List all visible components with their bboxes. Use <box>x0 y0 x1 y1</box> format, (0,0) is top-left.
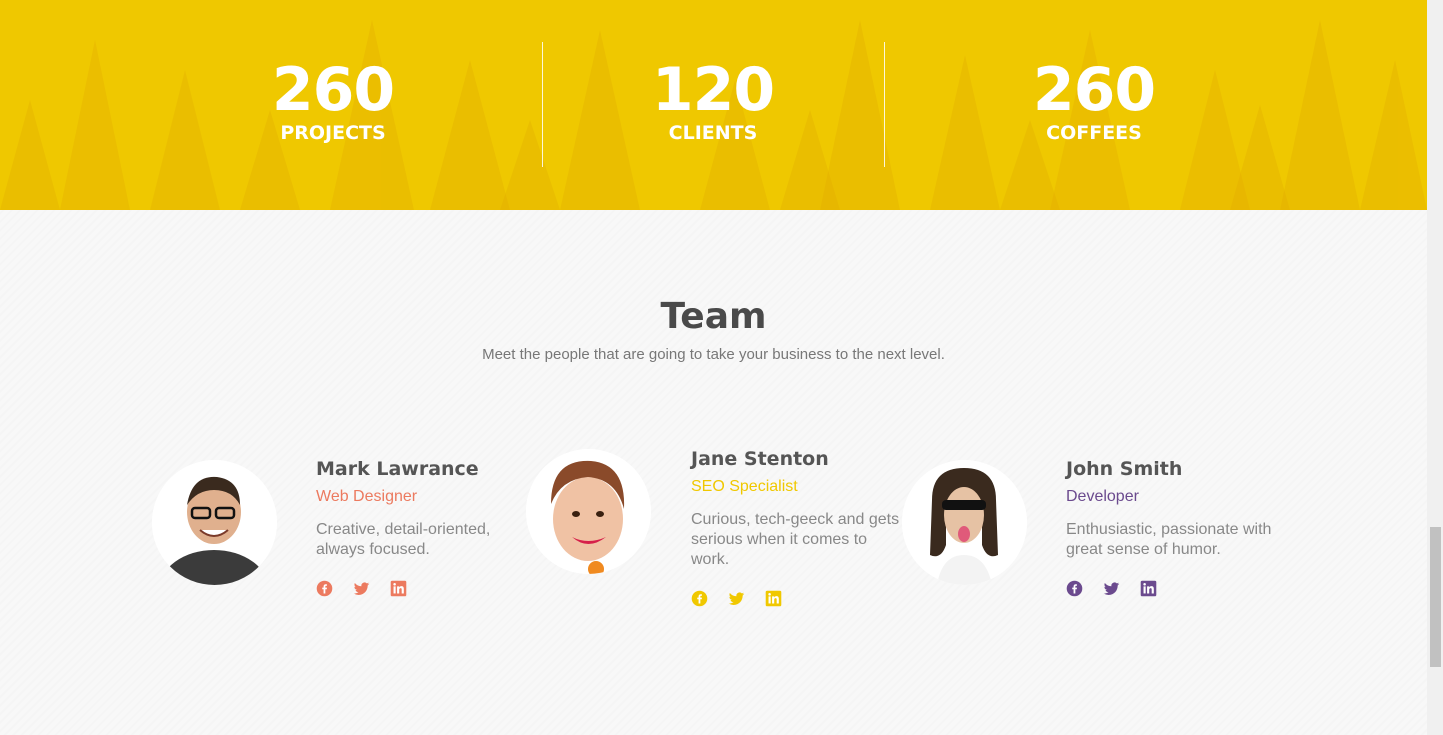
main-content: 260 PROJECTS 120 CLIENTS 260 COFFEES Tea… <box>0 0 1427 735</box>
scrollbar-thumb[interactable] <box>1430 527 1441 667</box>
facebook-icon[interactable] <box>691 590 708 607</box>
page: 260 PROJECTS 120 CLIENTS 260 COFFEES Tea… <box>0 0 1443 735</box>
stats-band: 260 PROJECTS 120 CLIENTS 260 COFFEES <box>0 0 1427 210</box>
stat-number: 260 <box>271 55 395 125</box>
member-name: John Smith <box>1066 458 1183 480</box>
stat-clients: 120 CLIENTS <box>563 55 863 143</box>
member-role: SEO Specialist <box>691 478 798 495</box>
page-scrollbar[interactable] <box>1427 0 1443 735</box>
linkedin-icon[interactable] <box>765 590 782 607</box>
social-links <box>691 590 906 607</box>
member-name: Mark Lawrance <box>316 458 479 480</box>
stat-coffees: 260 COFFEES <box>944 55 1244 143</box>
member-info: Jane Stenton SEO Specialist Curious, tec… <box>691 447 906 607</box>
member-description: Creative, detail-oriented, always focuse… <box>316 521 491 558</box>
stat-divider <box>884 42 885 167</box>
member-role: Web Designer <box>316 488 418 505</box>
twitter-icon[interactable] <box>353 580 370 597</box>
stat-label: CLIENTS <box>668 122 758 144</box>
avatar <box>902 460 1027 585</box>
member-role: Developer <box>1066 488 1139 505</box>
member-description: Curious, tech-geeck and gets serious whe… <box>691 511 900 568</box>
social-links <box>1066 580 1281 597</box>
twitter-icon[interactable] <box>1103 580 1120 597</box>
member-info: Mark Lawrance Web Designer Creative, det… <box>316 457 516 597</box>
member-name: Jane Stenton <box>691 448 829 470</box>
team-subtitle: Meet the people that are going to take y… <box>482 346 945 363</box>
avatar <box>526 449 651 574</box>
stat-label: PROJECTS <box>280 122 386 144</box>
stat-divider <box>542 42 543 167</box>
avatar <box>152 460 277 585</box>
stat-label: COFFEES <box>1046 122 1142 144</box>
facebook-icon[interactable] <box>316 580 333 597</box>
stat-number: 260 <box>1032 55 1156 125</box>
linkedin-icon[interactable] <box>1140 580 1157 597</box>
facebook-icon[interactable] <box>1066 580 1083 597</box>
team-title: Team <box>660 296 767 337</box>
linkedin-icon[interactable] <box>390 580 407 597</box>
member-description: Enthusiastic, passionate with great sens… <box>1066 521 1272 558</box>
stat-projects: 260 PROJECTS <box>183 55 483 143</box>
member-info: John Smith Developer Enthusiastic, passi… <box>1066 457 1281 597</box>
stat-number: 120 <box>651 55 775 125</box>
social-links <box>316 580 516 597</box>
twitter-icon[interactable] <box>728 590 745 607</box>
